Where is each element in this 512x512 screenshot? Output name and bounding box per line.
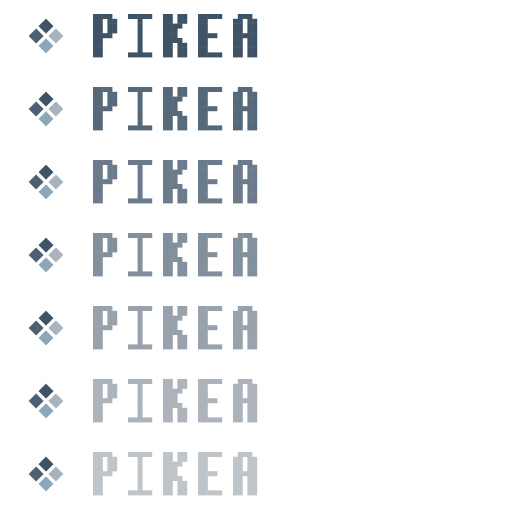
wordmark-letter-a	[233, 452, 258, 496]
wordmark-letter-p	[93, 452, 118, 496]
wordmark-letter-e	[198, 306, 223, 350]
wordmark-letter-p	[93, 87, 118, 131]
wordmark-letter-e	[198, 452, 223, 496]
pikea-emblem-icon	[26, 308, 66, 348]
logo-variant-1: PIKEA	[18, 8, 268, 64]
wordmark-letter-k	[163, 160, 188, 204]
logo-variant-6: PIKEA	[18, 373, 268, 429]
wordmark-letter-k	[163, 306, 188, 350]
wordmark-letter-e	[198, 233, 223, 277]
wordmark-letter-i	[128, 160, 153, 204]
wordmark-letter-k	[163, 87, 188, 131]
wordmark-letter-k	[163, 233, 188, 277]
wordmark-letter-k	[163, 379, 188, 423]
logo-variant-sheet: PIKEA PIKEA PIKEA PIKEA PIKEA PIKEA PIKEA	[0, 0, 512, 512]
wordmark-letter-k	[163, 14, 188, 58]
wordmark-letter-i	[128, 87, 153, 131]
wordmark-letter-k	[163, 452, 188, 496]
wordmark-letter-e	[198, 379, 223, 423]
logo-variant-5: PIKEA	[18, 300, 268, 356]
wordmark-letter-a	[233, 233, 258, 277]
wordmark-letter-i	[128, 233, 153, 277]
wordmark-letter-e	[198, 14, 223, 58]
pikea-emblem-icon	[26, 16, 66, 56]
logo-variant-4: PIKEA	[18, 227, 268, 283]
wordmark-letter-e	[198, 160, 223, 204]
pikea-wordmark: PIKEA	[93, 379, 258, 423]
pikea-wordmark: PIKEA	[93, 160, 258, 204]
wordmark-letter-i	[128, 14, 153, 58]
pikea-wordmark: PIKEA	[93, 14, 258, 58]
pikea-wordmark: PIKEA	[93, 306, 258, 350]
pikea-emblem-icon	[26, 454, 66, 494]
pikea-wordmark: PIKEA	[93, 233, 258, 277]
wordmark-letter-a	[233, 160, 258, 204]
wordmark-letter-i	[128, 452, 153, 496]
pikea-emblem-icon	[26, 235, 66, 275]
wordmark-letter-p	[93, 233, 118, 277]
wordmark-letter-p	[93, 306, 118, 350]
wordmark-letter-e	[198, 87, 223, 131]
pikea-wordmark: PIKEA	[93, 452, 258, 496]
wordmark-letter-i	[128, 379, 153, 423]
wordmark-letter-a	[233, 14, 258, 58]
wordmark-letter-p	[93, 379, 118, 423]
wordmark-letter-a	[233, 87, 258, 131]
wordmark-letter-i	[128, 306, 153, 350]
wordmark-letter-p	[93, 14, 118, 58]
pikea-emblem-icon	[26, 89, 66, 129]
logo-variant-3: PIKEA	[18, 154, 268, 210]
wordmark-letter-a	[233, 306, 258, 350]
wordmark-letter-a	[233, 379, 258, 423]
wordmark-letter-p	[93, 160, 118, 204]
pikea-emblem-icon	[26, 381, 66, 421]
logo-variant-7: PIKEA	[18, 446, 268, 502]
pikea-emblem-icon	[26, 162, 66, 202]
logo-variant-2: PIKEA	[18, 81, 268, 137]
pikea-wordmark: PIKEA	[93, 87, 258, 131]
